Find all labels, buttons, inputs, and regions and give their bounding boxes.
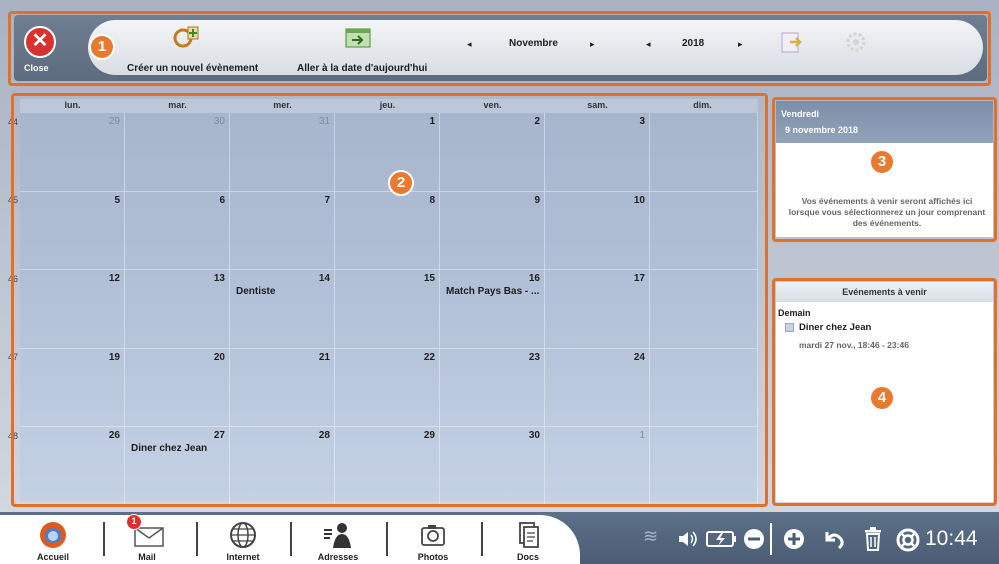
home-app-label: Accueil [36,552,69,562]
internet-globe-icon[interactable] [208,520,278,555]
battery-charging-icon[interactable] [706,529,738,554]
callout-4-frame [772,278,997,506]
help-lifebuoy-icon[interactable] [896,528,920,557]
dock-separator [481,522,483,556]
home-app-icon[interactable] [18,520,88,555]
clock: 10:44 [925,527,978,550]
zoom-in-icon[interactable] [783,528,805,555]
dock-separator [196,522,198,556]
mail-app-label: Mail [138,552,156,562]
internet-app-label: Internet [226,552,260,562]
photos-app-label: Photos [417,552,449,562]
tray-separator [770,523,772,555]
callout-1-frame [8,11,991,86]
mail-app-icon[interactable] [112,520,182,555]
trash-icon[interactable] [863,527,883,556]
camera-icon[interactable] [398,520,468,555]
dock-separator [386,522,388,556]
docs-app-label: Docs [516,552,539,562]
contacts-icon[interactable] [303,520,373,555]
undo-icon[interactable] [823,528,845,555]
zoom-out-icon[interactable] [743,528,765,555]
wifi-icon[interactable]: ≋ [643,526,658,547]
dock-separator [103,522,105,556]
callout-3-frame [772,97,997,242]
dock-separator [290,522,292,556]
mail-unread-badge: 1 [126,514,142,530]
contacts-app-label: Adresses [317,552,359,562]
volume-icon[interactable] [676,528,698,555]
documents-icon[interactable] [493,520,563,555]
callout-2-frame [11,93,768,507]
